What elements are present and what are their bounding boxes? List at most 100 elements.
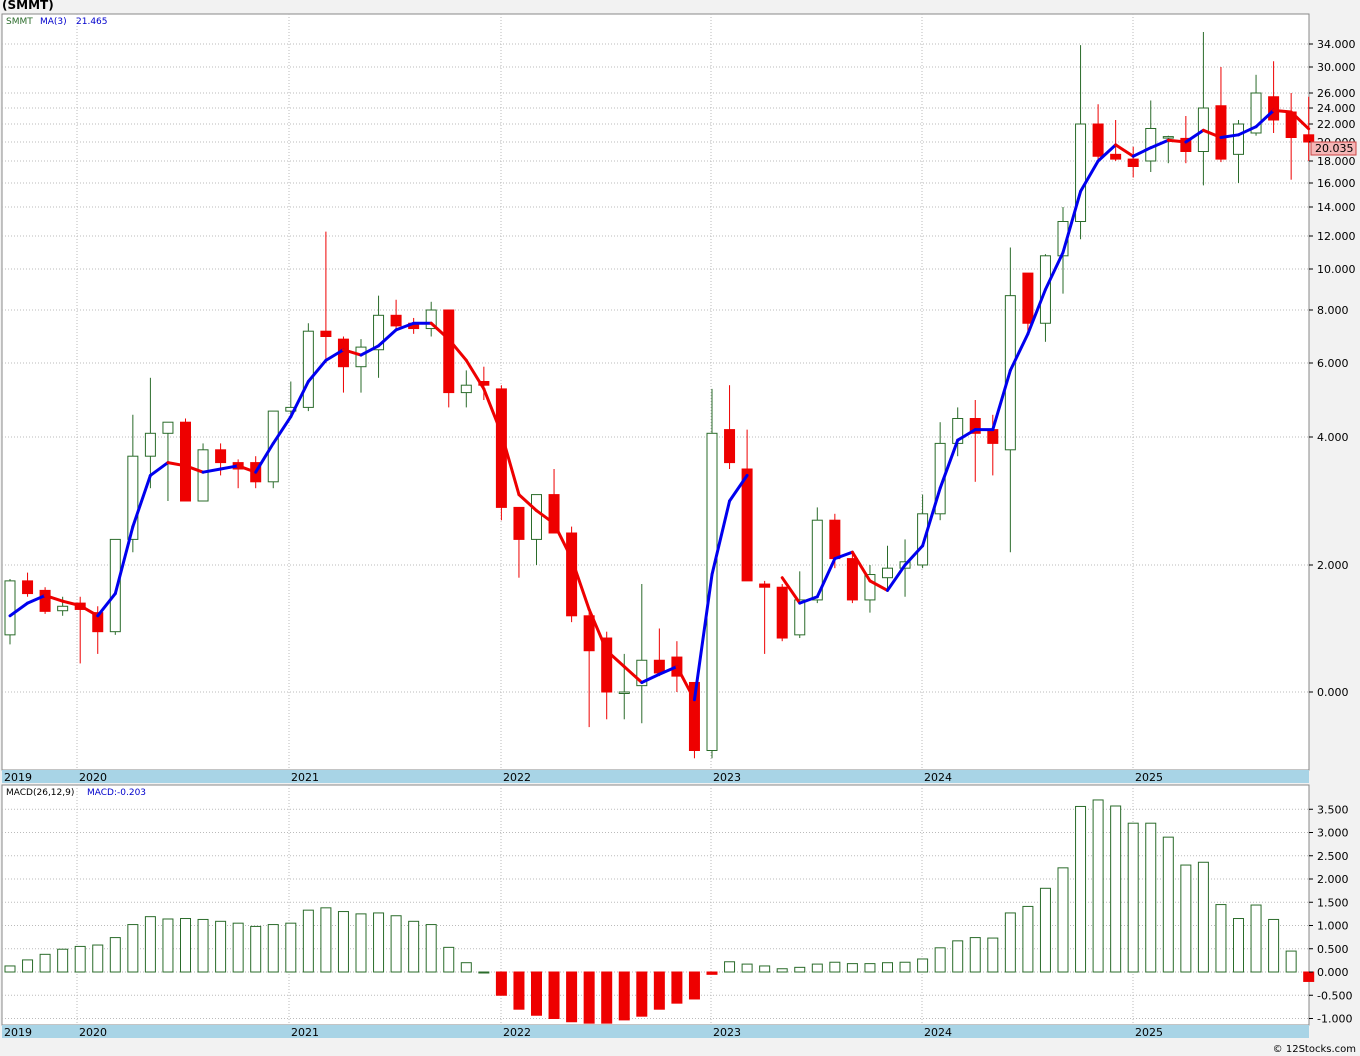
macd-bar [109,937,121,973]
macd-tick-label: 3.000 [1317,827,1349,840]
macd-bar [197,918,209,973]
price-tick-label: 10.000 [1317,263,1356,276]
price-tick-label: 14.000 [1317,201,1356,214]
price-legend-symbol: SMMT [6,17,33,27]
macd-year-label: 2024 [924,1026,952,1039]
candle-body [1215,105,1227,160]
last-price-label: 20.035 [1315,142,1354,155]
candle-body [794,599,806,636]
candle-body [724,429,736,464]
macd-bar [92,944,104,973]
macd-bar [741,963,753,973]
credit-text: © 12Stocks.com [1272,1044,1356,1055]
candle-body [987,429,999,444]
macd-legend-label: MACD(26,12,9) [6,788,74,798]
candle-body [180,421,191,502]
price-panel [1,13,1310,771]
price-year-label: 2022 [503,771,531,784]
macd-tick-label: -0.500 [1317,989,1352,1002]
candle-body [566,532,578,617]
macd-bar [653,971,665,1010]
candle-body [22,580,34,595]
macd-tick-label: 1.000 [1317,920,1349,933]
candle-body [513,506,525,540]
macd-bar [513,971,525,1010]
macd-bar [601,971,613,1024]
candle-body [197,449,209,502]
price-tick-label: 0.000 [1317,686,1349,699]
macd-tick-label: 0.500 [1317,943,1349,956]
candle-body [531,494,542,540]
price-tick-label: 8.000 [1317,304,1349,317]
candle-body [1303,134,1315,143]
price-tick-label: 2.000 [1317,559,1349,572]
macd-bar [934,947,946,973]
candle-body [390,314,402,327]
macd-bar [864,963,876,973]
macd-bar [969,937,981,973]
macd-bar [1075,805,1087,973]
macd-bar [917,958,929,973]
macd-year-label: 2020 [79,1026,107,1039]
macd-bar [1004,912,1016,973]
macd-bar [250,925,262,973]
macd-bar [1022,905,1034,973]
macd-bar [1145,822,1157,973]
macd-bar [215,920,227,973]
macd-bar [1215,904,1227,973]
macd-year-label: 2025 [1135,1026,1163,1039]
macd-bar [144,916,156,973]
candle-body [320,330,332,338]
macd-year-label: 2022 [503,1026,531,1039]
macd-bar [794,966,806,973]
candle-body [846,558,858,601]
price-tick-label: 16.000 [1317,177,1356,190]
price-year-label: 2024 [924,771,952,784]
macd-bar [759,965,771,973]
candle-body [1022,272,1034,324]
price-year-label: 2020 [79,771,107,784]
candle-body [162,421,174,434]
macd-bar [724,961,736,973]
macd-bar [460,962,472,973]
macd-tick-label: 2.500 [1317,850,1349,863]
candle-body [355,346,367,368]
candle-body [741,468,753,582]
macd-bar [390,915,402,973]
candle-body [144,432,156,457]
macd-bar [180,918,191,973]
macd-bar [1127,822,1139,973]
price-tick-label: 30.000 [1317,61,1356,74]
macd-year-label: 2021 [291,1026,319,1039]
macd-bar [811,963,823,973]
macd-bar [267,924,279,973]
macd-bar [1233,918,1244,973]
macd-bar [566,971,578,1023]
candle-body [618,691,630,694]
macd-bar [706,971,718,975]
candle-body [39,589,51,612]
macd-bar [1039,887,1051,973]
macd-bar [320,907,332,973]
macd-bar [408,920,420,973]
macd-bar [1092,799,1104,973]
macd-bar [829,961,841,973]
macd-x-axis-band [2,1025,1309,1038]
price-x-axis-band [2,770,1309,783]
macd-bar [22,959,34,973]
macd-bar [127,924,139,973]
macd-bar [618,971,630,1021]
macd-bar [443,946,455,973]
candle-body [759,583,771,588]
macd-bar [232,922,244,973]
macd-bar [952,940,964,973]
macd-bar [337,911,349,973]
price-tick-label: 24.000 [1317,102,1356,115]
macd-y-axis: -1.000 -0.500 0.000 0.500 1.000 1.500 2.000 2.5… [1309,803,1352,1026]
macd-tick-label: 3.500 [1317,803,1349,816]
candle-body [653,659,665,674]
macd-bar [162,918,174,973]
macd-bar [531,971,542,1016]
macd-bar [478,971,490,974]
macd-bar [1197,861,1209,973]
